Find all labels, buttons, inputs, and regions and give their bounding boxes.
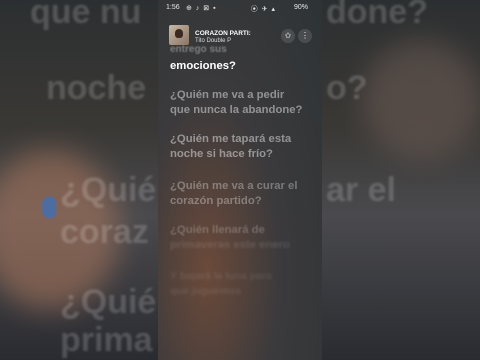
album-cover[interactable] (169, 25, 189, 45)
more-options-button[interactable]: ⋮ (298, 29, 312, 43)
lyric-line-current[interactable]: emociones? (170, 58, 318, 74)
star-icon: ✩ (284, 31, 292, 40)
notification-icons: ⊕ ♪ ⊠ ▪ (186, 5, 217, 12)
backdrop-dot (42, 196, 56, 218)
backdrop-lyric: ¿Quié (60, 283, 157, 321)
battery-level: 90% (293, 4, 308, 11)
lyric-line[interactable]: corazón partido? (170, 193, 318, 209)
backdrop-lyric: ¿Quié (60, 171, 157, 209)
backdrop-lyric: coraz (60, 213, 149, 251)
backdrop-lyric: noche (46, 69, 147, 107)
lyric-line[interactable]: noche si hace frío? (170, 146, 318, 162)
lyric-line[interactable]: ¿Quién me va a pedir (170, 87, 318, 103)
favorite-button[interactable]: ✩ (281, 29, 295, 43)
lyric-line[interactable]: primaveras este enero (170, 237, 318, 253)
lyric-line[interactable]: que juguemos (170, 283, 318, 299)
backdrop-lyric: done? (326, 0, 428, 31)
lyric-line[interactable]: ¿Quién me va a curar el (170, 178, 318, 194)
background-right: done? o? ar el (322, 0, 480, 360)
backdrop-lyric: que nu (30, 0, 142, 31)
lyric-line[interactable]: ¿Quién me tapará esta (170, 131, 318, 147)
background-left: que nu noche ¿Quié coraz ¿Quié prima (0, 0, 158, 360)
lyric-line[interactable]: Y bajará la luna para (170, 268, 318, 284)
lyric-line[interactable]: ¿Quién llenará de (170, 222, 318, 238)
track-title: CORAZON PARTI: (195, 30, 251, 37)
signal-icons: ⦿ ✈ ▴ (250, 6, 276, 13)
phone-screen: 1:56 ⊕ ♪ ⊠ ▪ ⦿ ✈ ▴ 90% CORAZON PARTI: Ti… (158, 0, 322, 360)
backdrop-lyric: ar el (326, 171, 396, 209)
more-vertical-icon: ⋮ (301, 31, 309, 40)
status-bar: 1:56 ⊕ ♪ ⊠ ▪ ⦿ ✈ ▴ 90% (158, 0, 322, 16)
lyric-line[interactable]: que nunca la abandone? (170, 102, 318, 118)
backdrop-lyric: prima (60, 321, 153, 359)
status-time: 1:56 (166, 4, 180, 11)
lyric-line-previous: entrego sus (170, 44, 227, 55)
backdrop-lyric: o? (326, 69, 368, 107)
